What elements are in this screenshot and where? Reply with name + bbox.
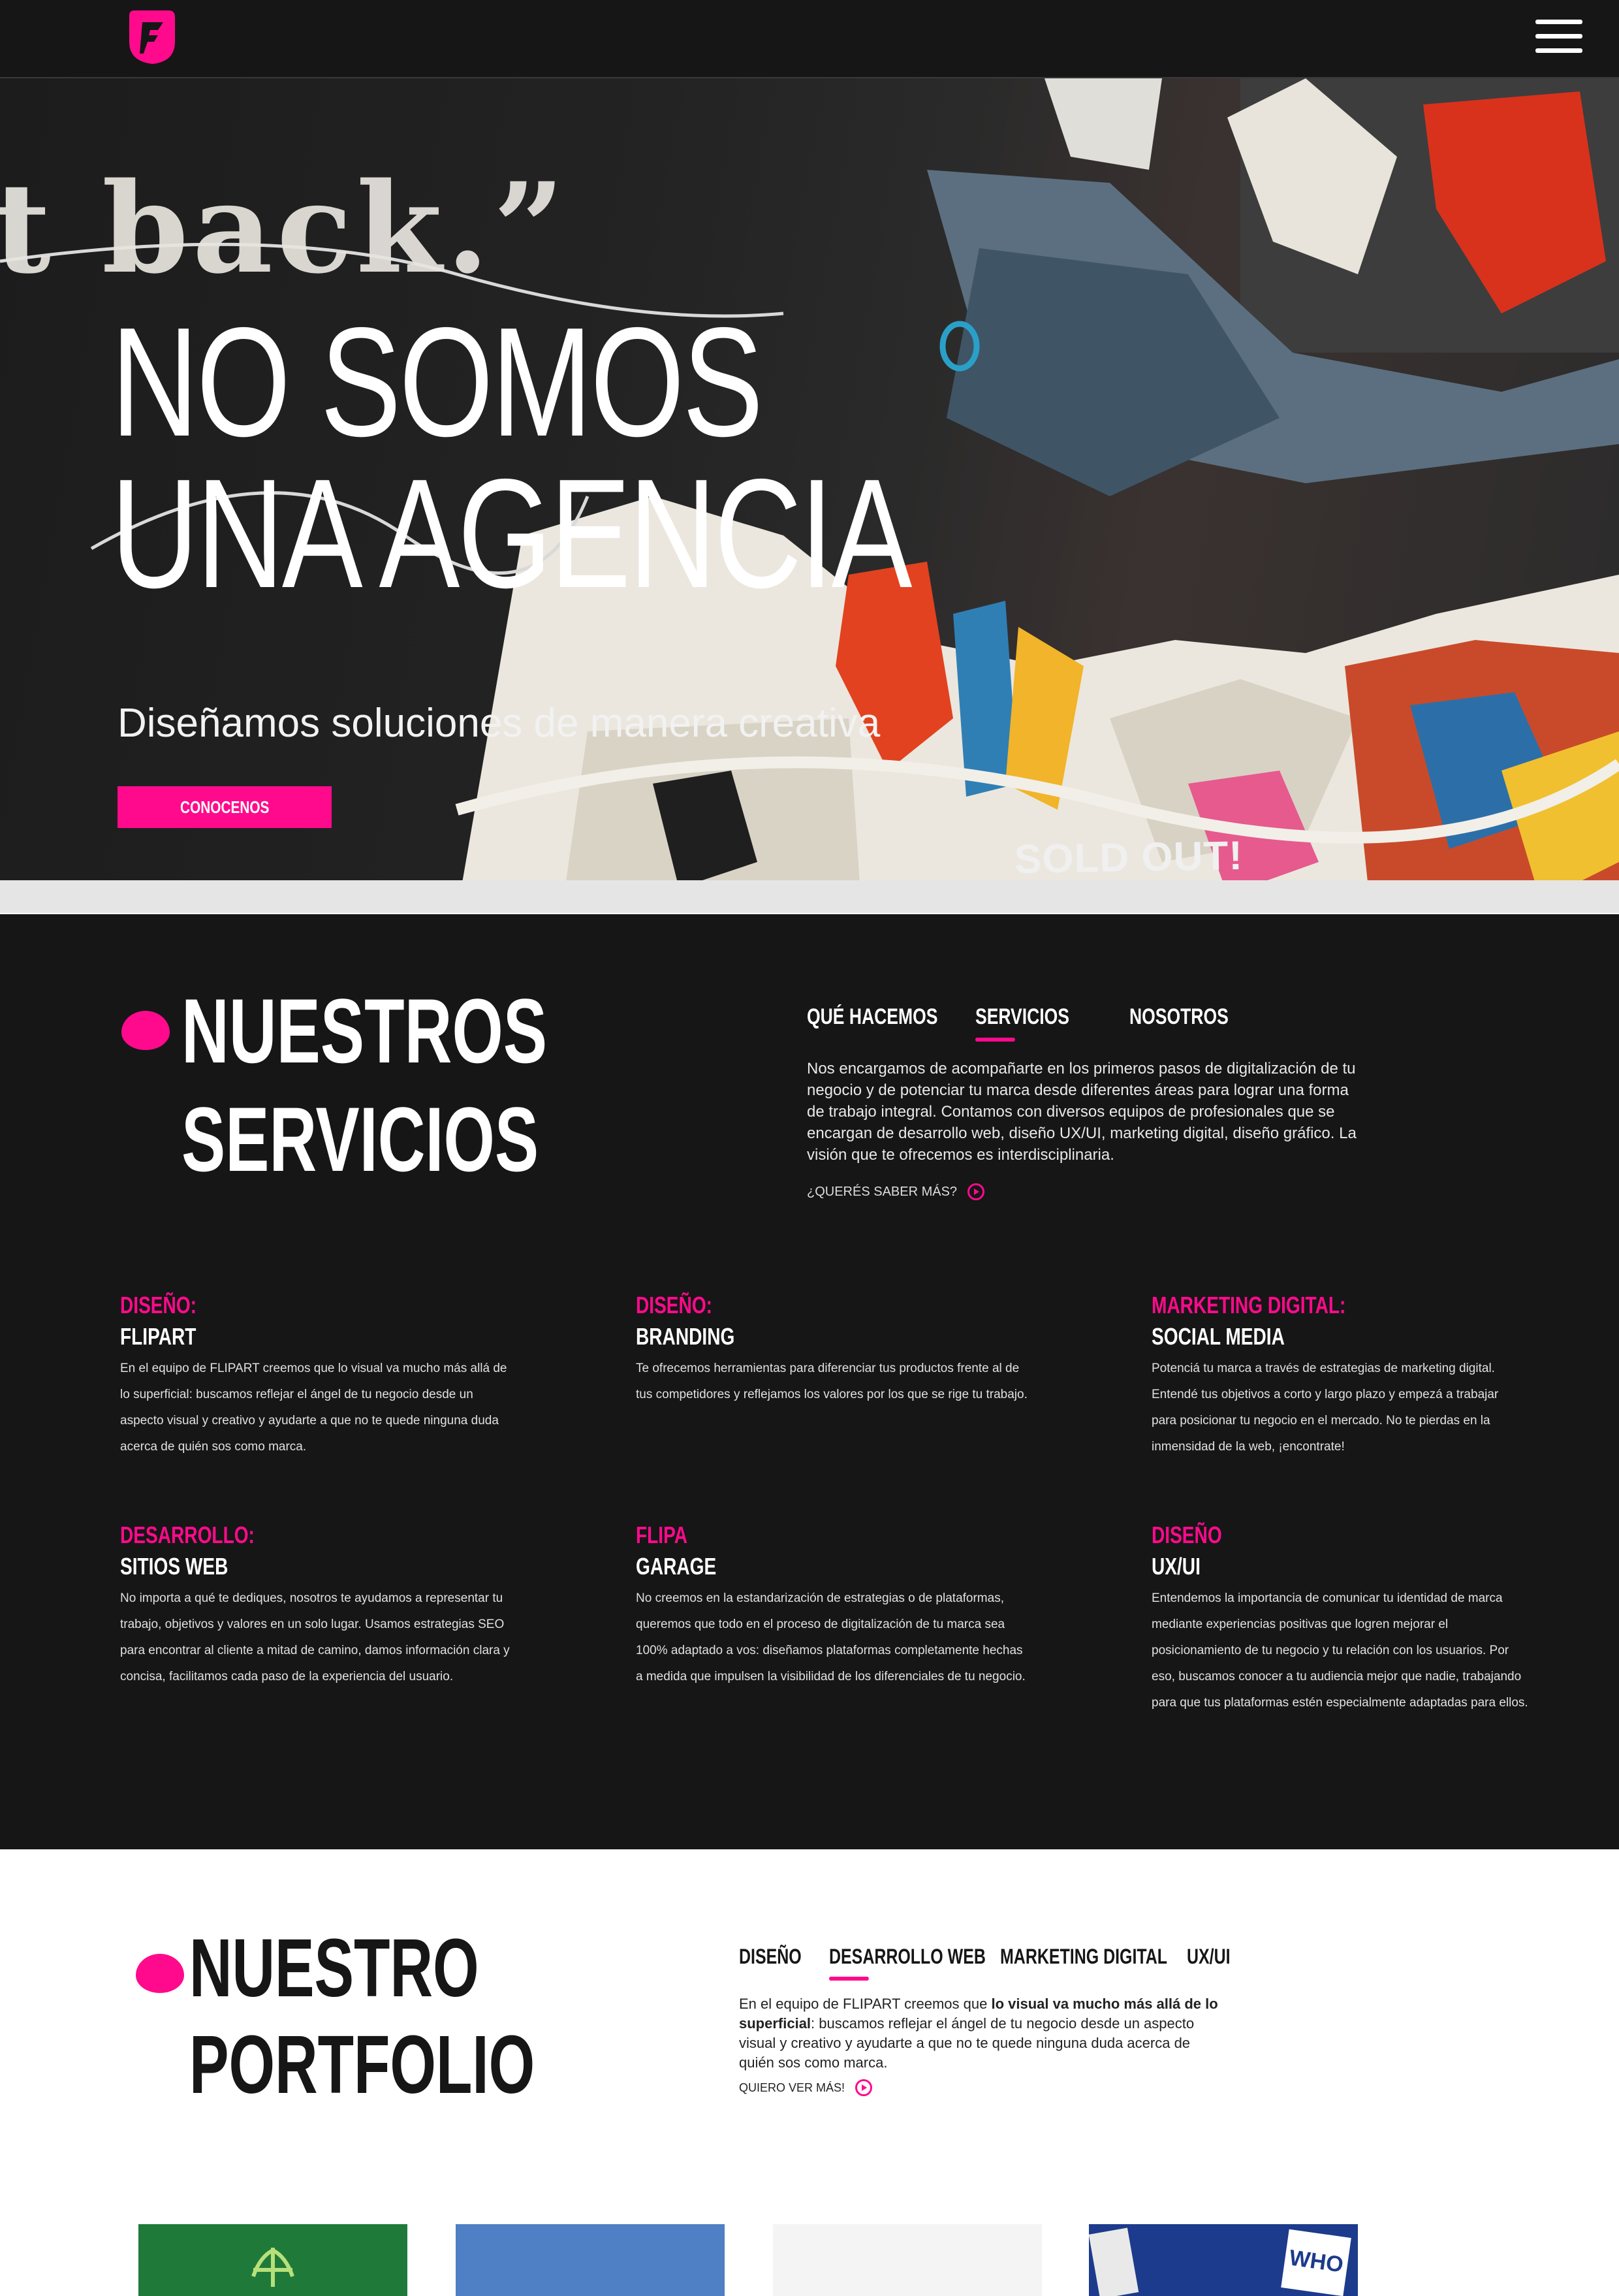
portfolio-thumb-4[interactable]: WHO — [1089, 2224, 1358, 2296]
poster-card-text: WHO — [1287, 2245, 1345, 2278]
services-title: NUESTROS SERVICIOS — [181, 977, 547, 1194]
pink-dot-icon — [136, 1954, 184, 1993]
poster-card — [1089, 2227, 1139, 2296]
service-card-social-media: MARKETING DIGITAL: SOCIAL MEDIA Potenciá… — [1152, 1292, 1517, 1460]
services-tabs: QUÉ HACEMOS SERVICIOS NOSOTROS — [807, 1004, 1260, 1042]
pink-dot-icon — [121, 1011, 170, 1050]
tab-que-hacemos[interactable]: QUÉ HACEMOS — [807, 1004, 938, 1030]
hero-title-line1: NO SOMOS — [111, 296, 763, 469]
portfolio-thumb-2[interactable] — [456, 2224, 725, 2296]
ver-mas-label: QUIERO VER MÁS! — [739, 2081, 845, 2094]
service-description: En el equipo de FLIPART creemos que lo v… — [120, 1362, 507, 1454]
service-description: No creemos en la estandarización de estr… — [636, 1591, 1026, 1683]
tab-diseno[interactable]: DISEÑO — [739, 1945, 810, 1969]
saber-mas-label: ¿QUERÉS SABER MÁS? — [807, 1184, 958, 1199]
service-name: FLIPART — [120, 1323, 196, 1350]
tab-desarrollo-web[interactable]: DESARROLLO WEB — [829, 1945, 986, 1981]
service-name: UX/UI — [1152, 1553, 1201, 1580]
service-name: BRANDING — [636, 1323, 735, 1350]
play-circle-icon — [967, 1183, 985, 1200]
service-name: GARAGE — [636, 1553, 717, 1580]
hero-title: NO SOMOS UNA AGENCIA — [111, 296, 912, 620]
service-card-garage: FLIPA GARAGE No creemos en la estandariz… — [636, 1522, 1028, 1690]
hero-title-line2: UNA AGENCIA — [111, 447, 912, 620]
hamburger-menu-icon[interactable] — [1535, 20, 1582, 54]
service-card-sitios-web: DESARROLLO: SITIOS WEB No importa a qué … — [120, 1522, 512, 1690]
service-description: Te ofrecemos herramientas para diferenci… — [636, 1362, 1028, 1401]
hero-section: t back.” NO SOMOS UNA AGENCIA Diseñamos … — [0, 78, 1619, 913]
tab-marketing-digital[interactable]: MARKETING DIGITAL — [1000, 1945, 1167, 1969]
conocenos-button[interactable]: CONOCENOS — [118, 786, 332, 828]
service-card-ux-ui: DISEÑO UX/UI Entendemos la importancia d… — [1152, 1522, 1530, 1716]
service-category: DESARROLLO: — [120, 1522, 255, 1548]
service-category: MARKETING DIGITAL: — [1152, 1292, 1346, 1318]
services-title-line1: NUESTROS — [181, 980, 548, 1082]
ver-mas-link[interactable]: QUIERO VER MÁS! — [739, 2079, 873, 2096]
services-section: NUESTROS SERVICIOS QUÉ HACEMOS SERVICIOS… — [0, 914, 1619, 1849]
services-description: Nos encargamos de acompañarte en los pri… — [807, 1060, 1357, 1164]
hero-subtitle: Diseñamos soluciones de manera creativa — [118, 701, 881, 746]
tab-ux-ui[interactable]: UX/UI — [1187, 1945, 1233, 1969]
service-card-branding: DISEÑO: BRANDING Te ofrecemos herramient… — [636, 1292, 1028, 1408]
tab-nosotros[interactable]: NOSOTROS — [1129, 1004, 1231, 1030]
portfolio-tabs: DISEÑO DESARROLLO WEB MARKETING DIGITAL … — [739, 1945, 1246, 1981]
conocenos-button-label: CONOCENOS — [180, 797, 270, 817]
saber-mas-link[interactable]: ¿QUERÉS SABER MÁS? — [807, 1183, 985, 1200]
play-circle-icon — [855, 2079, 873, 2096]
service-category: DISEÑO: — [120, 1292, 197, 1318]
portfolio-description: En el equipo de FLIPART creemos que lo v… — [739, 1994, 1222, 2073]
poster-card: WHO — [1281, 2229, 1351, 2296]
portfolio-title-line1: NUESTRO — [189, 1922, 479, 2014]
leaf-logo-icon — [251, 2248, 294, 2287]
service-card-flipart: DISEÑO: FLIPART En el equipo de FLIPART … — [120, 1292, 512, 1460]
portfolio-thumb-1[interactable] — [138, 2224, 407, 2296]
service-category: DISEÑO — [1152, 1522, 1222, 1548]
services-title-line2: SERVICIOS — [181, 1088, 539, 1190]
service-category: FLIPA — [636, 1522, 688, 1548]
poster-text: SOLD OUT! — [1014, 833, 1244, 883]
service-category: DISEÑO: — [636, 1292, 713, 1318]
portfolio-title: NUESTRO PORTFOLIO — [189, 1920, 535, 2113]
portfolio-title-line2: PORTFOLIO — [189, 2018, 535, 2111]
tab-servicios[interactable]: SERVICIOS — [975, 1004, 1095, 1042]
hero-background-text: t back.” — [0, 155, 569, 301]
portfolio-thumb-3[interactable] — [773, 2224, 1042, 2296]
service-name: SOCIAL MEDIA — [1152, 1323, 1285, 1350]
top-navbar — [0, 0, 1619, 78]
flipart-logo-icon[interactable] — [120, 4, 183, 67]
service-description: Entendemos la importancia de comunicar t… — [1152, 1591, 1528, 1710]
service-name: SITIOS WEB — [120, 1553, 228, 1580]
service-description: No importa a qué te dediques, nosotros t… — [120, 1591, 510, 1683]
service-description: Potenciá tu marca a través de estrategia… — [1152, 1362, 1499, 1454]
portfolio-description-start: En el equipo de FLIPART creemos que — [739, 1996, 992, 2012]
